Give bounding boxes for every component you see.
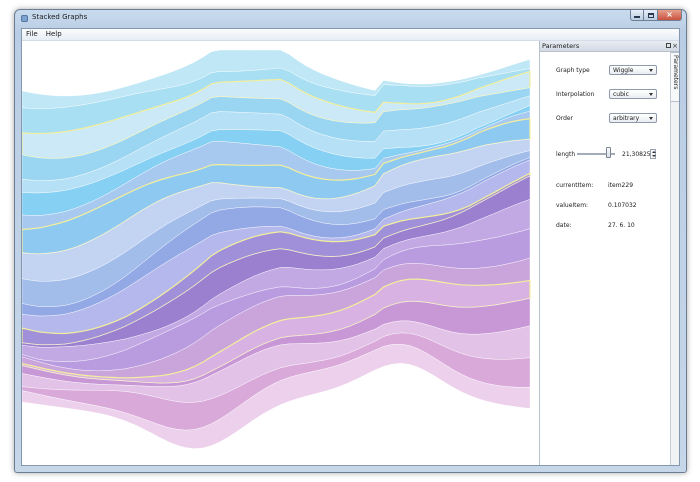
spin-down-icon[interactable] xyxy=(652,155,656,157)
interpolation-label: Interpolation xyxy=(556,91,595,98)
menu-bar: File Help xyxy=(22,29,679,41)
graph-type-select[interactable]: Wiggle xyxy=(609,65,657,75)
menu-help[interactable]: Help xyxy=(42,29,66,40)
chevron-down-icon xyxy=(649,117,653,120)
chevron-down-icon xyxy=(649,69,653,72)
dock-scrollbar[interactable] xyxy=(671,102,679,465)
value-item-label: valueItem: xyxy=(556,202,589,209)
parameters-dock: Parameters × Graph type Wiggle Interpola… xyxy=(539,41,679,465)
close-icon: × xyxy=(666,10,673,19)
date-label: date: xyxy=(556,222,572,229)
value-item-value: 0.107032 xyxy=(608,202,637,209)
title-bar[interactable]: Stacked Graphs × xyxy=(15,10,686,28)
interpolation-select[interactable]: cubic xyxy=(609,89,657,99)
interpolation-value: cubic xyxy=(613,91,629,98)
stacked-graph-canvas[interactable] xyxy=(22,42,538,466)
close-button[interactable]: × xyxy=(658,10,682,21)
maximize-button[interactable] xyxy=(644,10,658,21)
date-value: 27. 6. 10 xyxy=(608,222,635,229)
order-select[interactable]: arbitrary xyxy=(609,113,657,123)
chevron-down-icon xyxy=(649,93,653,96)
dock-title-bar[interactable]: Parameters × xyxy=(540,41,679,52)
parameters-tab[interactable]: Parameters xyxy=(671,52,679,102)
order-value: arbitrary xyxy=(613,115,640,122)
main-window: Stacked Graphs × File Help Parameters × … xyxy=(14,9,687,473)
minimize-icon xyxy=(634,16,640,18)
spin-up-icon[interactable] xyxy=(652,151,656,153)
length-spinbox-buttons[interactable] xyxy=(650,149,656,159)
dock-close-icon[interactable]: × xyxy=(672,41,678,51)
menu-file[interactable]: File xyxy=(22,29,42,40)
current-item-value: item229 xyxy=(608,182,634,189)
graph-type-value: Wiggle xyxy=(613,67,634,74)
window-controls: × xyxy=(630,10,682,22)
parameters-tab-label: Parameters xyxy=(672,55,679,90)
dock-title: Parameters xyxy=(542,42,580,50)
minimize-button[interactable] xyxy=(630,10,644,21)
length-slider-handle[interactable] xyxy=(606,147,611,158)
current-item-label: currentItem: xyxy=(556,182,594,189)
parameters-panel: Graph type Wiggle Interpolation cubic Or… xyxy=(540,52,671,465)
streamgraph[interactable] xyxy=(22,42,538,466)
order-label: Order xyxy=(556,115,574,122)
graph-type-label: Graph type xyxy=(556,67,590,74)
length-label: length xyxy=(556,151,576,158)
client-area: File Help Parameters × Graph type Wiggle… xyxy=(21,28,680,466)
window-title: Stacked Graphs xyxy=(32,13,88,21)
float-icon[interactable] xyxy=(666,43,671,48)
length-spinbox-value[interactable]: 21,30825 xyxy=(622,151,651,158)
maximize-icon xyxy=(647,12,654,18)
app-window-icon xyxy=(21,15,28,22)
